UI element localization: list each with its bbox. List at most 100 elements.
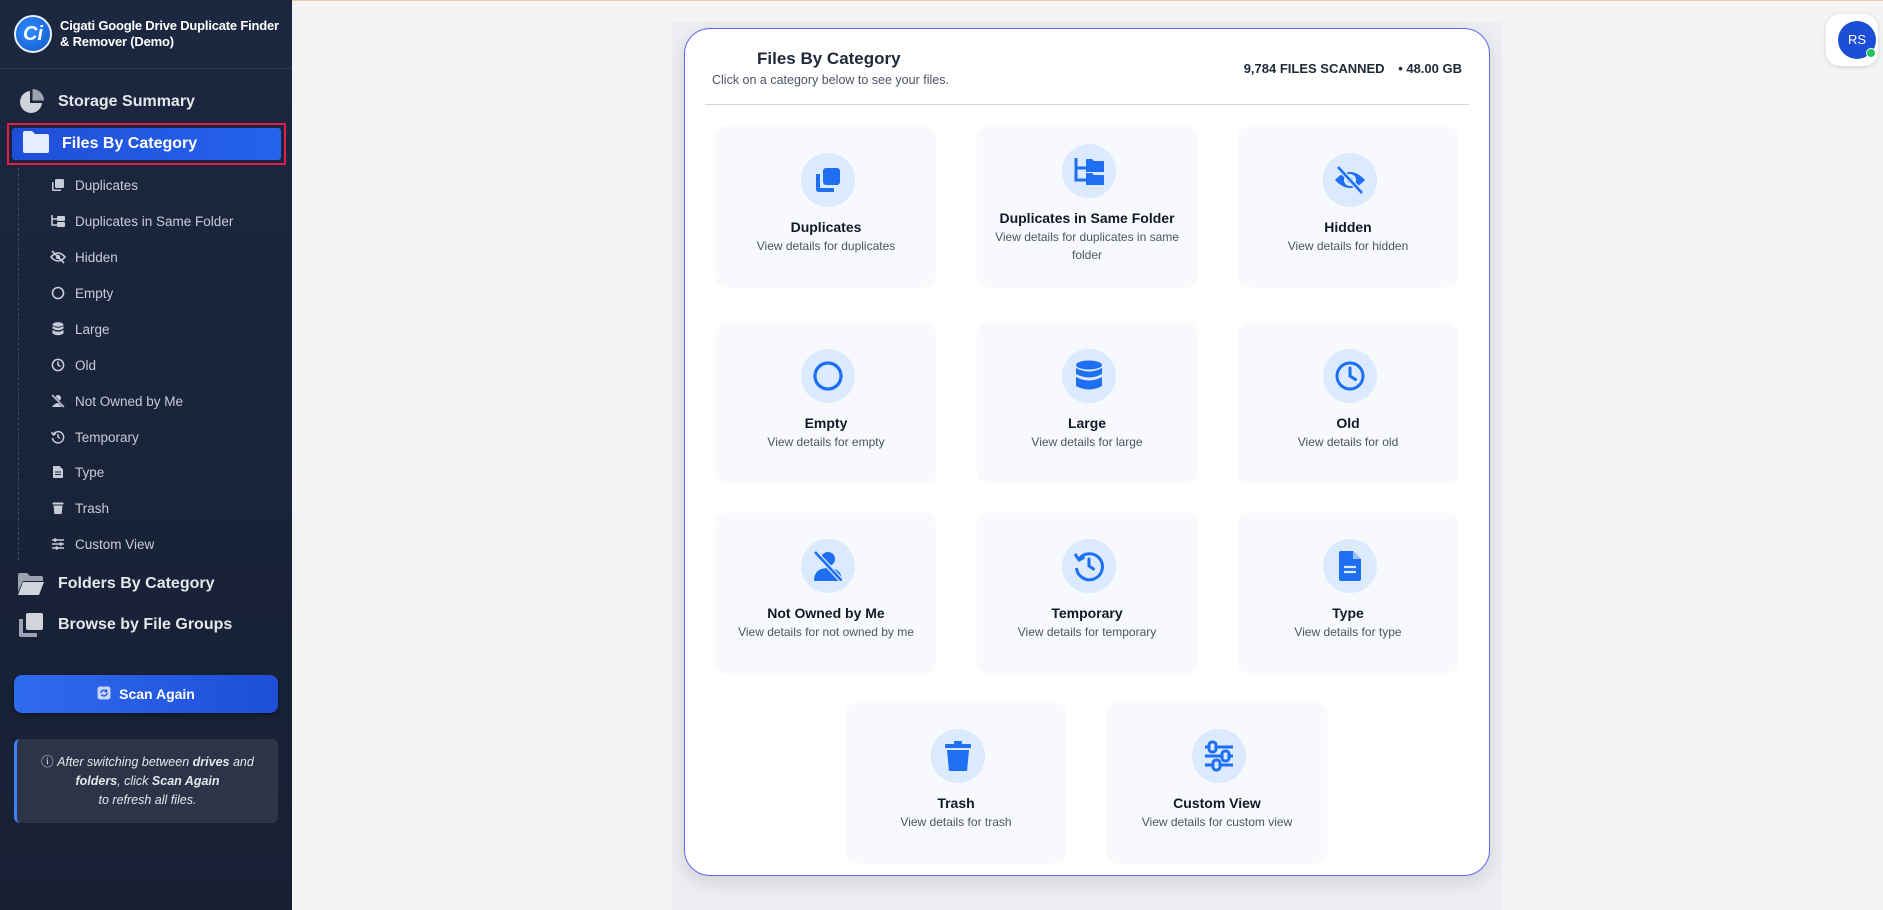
folder-tree-icon	[1062, 144, 1116, 198]
category-tile-trash[interactable]: Trash View details for trash	[847, 703, 1065, 861]
pie-chart-icon	[16, 87, 46, 117]
sidebar-item-duplicates-same-folder[interactable]: Duplicates in Same Folder	[50, 210, 233, 232]
tile-description: View details for large	[1031, 435, 1143, 449]
category-tile-empty[interactable]: Empty View details for empty	[717, 323, 935, 481]
page-subtitle: Click on a category below to see your fi…	[712, 73, 949, 87]
sidebar-item-label: Hidden	[75, 249, 118, 265]
tile-description: View details for duplicates	[756, 239, 896, 253]
tile-description: View details for duplicates in same fold…	[995, 230, 1179, 262]
trash-icon	[931, 729, 985, 783]
sidebar-item-label: Not Owned by Me	[75, 393, 184, 409]
tile-description: View details for trash	[900, 815, 1012, 829]
copy-icon	[801, 153, 855, 207]
tile-description: View details for old	[1297, 435, 1399, 449]
circle-icon	[801, 349, 855, 403]
sidebar-item-type[interactable]: Type	[50, 461, 104, 483]
sidebar-item-temporary[interactable]: Temporary	[50, 426, 139, 448]
category-tile-type[interactable]: Type View details for type	[1239, 513, 1457, 671]
clock-icon	[1323, 349, 1377, 403]
category-tile-not-owned[interactable]: Not Owned by Me View details for not own…	[717, 513, 935, 671]
sidebar-item-large[interactable]: Large	[50, 318, 110, 340]
file-icon	[1323, 539, 1377, 593]
sidebar-item-empty[interactable]: Empty	[50, 282, 113, 304]
nav-browse-file-groups-label: Browse by File Groups	[58, 616, 233, 633]
tile-description: View details for not owned by me	[738, 625, 914, 639]
note-drives: drives	[192, 755, 230, 769]
eye-slash-icon	[1323, 153, 1377, 207]
scan-note: ⓘ After switching between drives and fol…	[14, 739, 278, 823]
eye-slash-icon	[50, 249, 66, 265]
folder-icon	[22, 130, 50, 159]
tile-title: Empty	[804, 415, 848, 431]
tile-title: Trash	[937, 795, 975, 811]
sliders-icon	[1192, 729, 1246, 783]
category-tile-old[interactable]: Old View details for old	[1239, 323, 1457, 481]
note-scan-again: Scan Again	[151, 774, 220, 788]
note-text: , click	[117, 774, 152, 788]
category-tile-duplicates[interactable]: Duplicates View details for duplicates	[717, 127, 935, 285]
sidebar-item-duplicates[interactable]: Duplicates	[50, 174, 138, 196]
nav-files-by-category[interactable]: Files By Category	[22, 124, 197, 164]
user-slash-icon	[801, 539, 855, 593]
sidebar-item-hidden[interactable]: Hidden	[50, 246, 118, 268]
file-icon	[50, 464, 66, 480]
nav-files-by-category-label: Files By Category	[62, 135, 198, 152]
user-slash-icon	[50, 393, 66, 409]
sidebar-item-custom-view[interactable]: Custom View	[50, 533, 154, 555]
tile-title: Not Owned by Me	[767, 605, 885, 621]
sidebar-item-label: Large	[75, 321, 110, 337]
note-line-1: ⓘ After switching between drives and	[17, 753, 278, 772]
app-logo: Ci	[14, 15, 52, 53]
tile-title: Type	[1332, 605, 1364, 621]
database-icon	[1062, 349, 1116, 403]
database-icon	[50, 321, 66, 337]
scan-again-button[interactable]: Scan Again	[14, 675, 278, 713]
category-tile-custom-view[interactable]: Custom View View details for custom view	[1108, 703, 1326, 861]
note-text: to refresh all files.	[98, 793, 197, 807]
sliders-icon	[50, 536, 66, 552]
app-title: Cigati Google Drive Duplicate Finder & R…	[60, 18, 279, 49]
category-tile-duplicates-same-folder[interactable]: Duplicates in Same Folder View details f…	[978, 127, 1196, 285]
tile-title: Large	[1067, 415, 1107, 431]
clock-icon	[50, 357, 66, 373]
nav-storage-summary[interactable]: Storage Summary	[16, 84, 278, 120]
nav-folders-by-category[interactable]: Folders By Category	[16, 566, 278, 602]
folder-tree-icon	[50, 213, 66, 229]
sidebar-item-label: Type	[75, 464, 105, 480]
sidebar-item-label: Old	[75, 357, 97, 373]
tile-description: View details for hidden	[1287, 239, 1409, 253]
total-size: • 48.00 GB	[1398, 61, 1462, 76]
sidebar-item-label: Duplicates	[75, 177, 139, 193]
nav-browse-file-groups[interactable]: Browse by File Groups	[16, 607, 278, 643]
trash-icon	[50, 500, 66, 516]
tile-description: View details for empty	[767, 435, 885, 449]
refresh-icon	[97, 686, 111, 703]
tile-title: Old	[1336, 415, 1360, 431]
tile-title: Temporary	[1051, 605, 1123, 621]
sidebar-item-old[interactable]: Old	[50, 354, 96, 376]
info-icon: ⓘ	[41, 755, 58, 769]
copy-icon	[16, 610, 46, 640]
tile-title: Duplicates	[790, 219, 862, 235]
tile-description: View details for temporary	[1017, 625, 1157, 639]
note-line-3: to refresh all files.	[17, 791, 278, 810]
files-by-category-panel: Files By Category Click on a category be…	[684, 28, 1490, 876]
folder-open-icon	[16, 569, 46, 599]
history-icon	[50, 429, 66, 445]
sidebar: Ci Cigati Google Drive Duplicate Finder …	[0, 0, 292, 910]
files-scanned-count: 9,784 FILES SCANNED	[1243, 61, 1385, 76]
brand-header: Ci Cigati Google Drive Duplicate Finder …	[0, 0, 292, 69]
note-text: and	[229, 755, 254, 769]
page-title: Files By Category	[757, 49, 901, 68]
sidebar-item-not-owned[interactable]: Not Owned by Me	[50, 390, 183, 412]
category-tile-large[interactable]: Large View details for large	[978, 323, 1196, 481]
category-tile-temporary[interactable]: Temporary View details for temporary	[978, 513, 1196, 671]
note-folders: folders	[75, 774, 118, 788]
tile-description: View details for type	[1294, 625, 1402, 639]
note-line-2: folders, click Scan Again	[17, 772, 278, 791]
sidebar-item-trash[interactable]: Trash	[50, 497, 109, 519]
category-tile-hidden[interactable]: Hidden View details for hidden	[1239, 127, 1457, 285]
sidebar-item-label: Duplicates in Same Folder	[75, 213, 234, 229]
scan-again-label: Scan Again	[119, 686, 195, 702]
submenu-guide-line	[18, 168, 20, 560]
